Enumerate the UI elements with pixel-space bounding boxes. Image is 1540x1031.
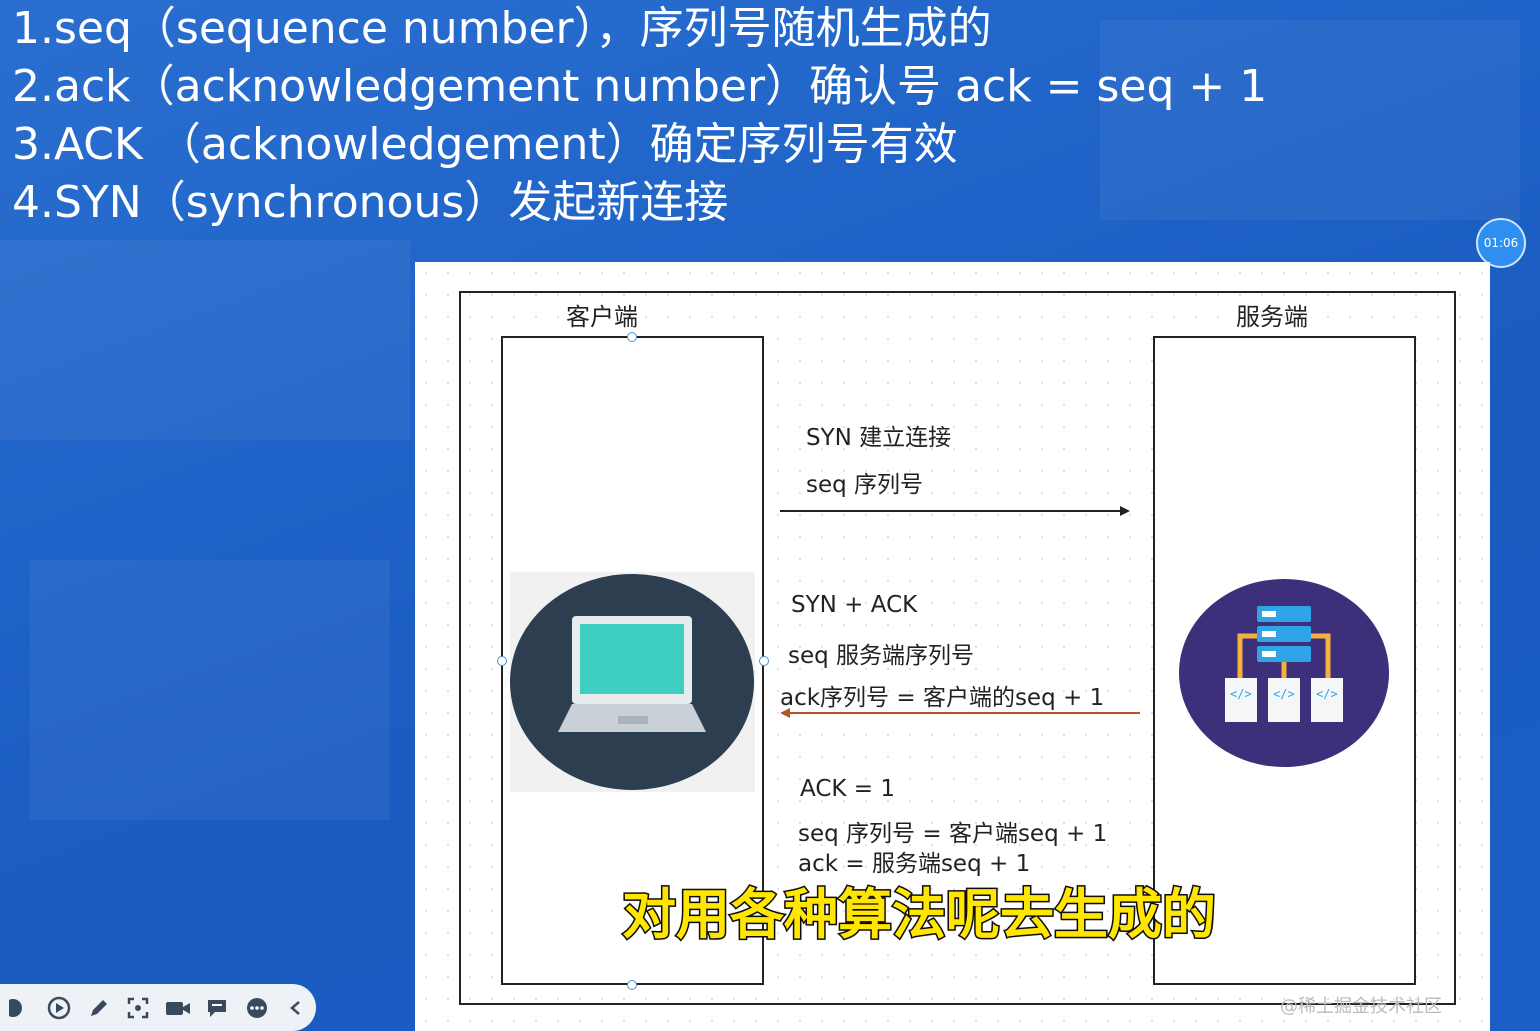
record-icon[interactable] [0, 988, 40, 1028]
step1-line-2: seq 序列号 [806, 472, 924, 498]
headline-line-4: 4.SYN（synchronous）发起新连接 [12, 177, 729, 228]
headline-line-2: 2.ack（acknowledgement number）确认号 ack = s… [12, 61, 1268, 112]
resize-handle[interactable] [627, 980, 637, 990]
client-label: 客户端 [566, 303, 638, 331]
headline-line-1: 1.seq（sequence number），序列号随机生成的 [12, 3, 992, 54]
syn-ack-arrow [780, 708, 1140, 718]
background-texture [0, 240, 410, 440]
syn-arrow [780, 506, 1130, 516]
svg-text:</>: </> [1316, 687, 1338, 701]
watermark: @稀土掘金技术社区 [1280, 996, 1442, 1017]
step2-line-2: seq 服务端序列号 [788, 643, 975, 669]
step3-line-1: ACK = 1 [800, 776, 895, 802]
play-icon[interactable] [40, 988, 80, 1028]
camera-icon[interactable] [158, 988, 198, 1028]
headline-line-3: 3.ACK （acknowledgement）确定序列号有效 [12, 119, 958, 170]
more-icon[interactable] [237, 988, 277, 1028]
server-icon: </> </> </> [1179, 579, 1389, 767]
step3-line-2: seq 序列号 = 客户端seq + 1 [798, 821, 1108, 847]
collapse-icon[interactable] [277, 988, 317, 1028]
step2-line-1: SYN + ACK [791, 592, 918, 618]
screenshot-icon[interactable] [119, 988, 159, 1028]
timer-badge[interactable]: 01:06 [1476, 218, 1526, 268]
pen-icon[interactable] [79, 988, 119, 1028]
step1-line-1: SYN 建立连接 [806, 425, 952, 451]
resize-handle[interactable] [759, 656, 769, 666]
comment-icon[interactable] [198, 988, 238, 1028]
player-toolbar [0, 984, 316, 1031]
background-texture [1100, 20, 1520, 220]
background-texture [30, 560, 390, 820]
video-subtitle: 对用各种算法呢去生成的 [621, 882, 1218, 948]
server-label: 服务端 [1236, 303, 1308, 331]
resize-handle[interactable] [497, 656, 507, 666]
laptop-icon [510, 572, 755, 792]
svg-text:</>: </> [1273, 687, 1295, 701]
resize-handle[interactable] [627, 332, 637, 342]
svg-text:</>: </> [1230, 687, 1252, 701]
